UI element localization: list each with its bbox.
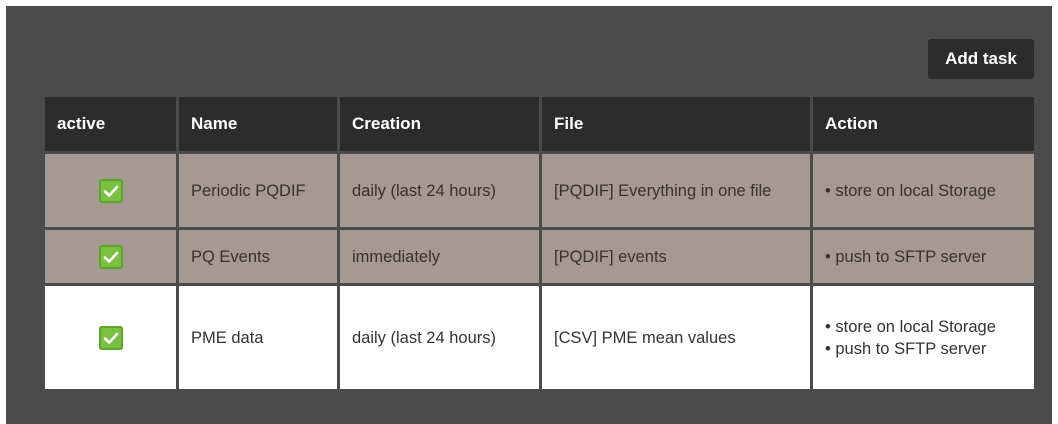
action-item: • push to SFTP server <box>825 247 987 266</box>
checkbox-checked-icon[interactable] <box>98 244 123 269</box>
active-cell <box>42 151 179 230</box>
name-cell: PME data <box>176 283 340 392</box>
name-cell: PQ Events <box>176 227 340 286</box>
tasks-panel: Add task active Name Creation File Actio… <box>6 6 1052 424</box>
file-cell: [CSV] PME mean values <box>539 283 813 392</box>
active-cell <box>42 227 179 286</box>
action-cell: • push to SFTP server <box>810 227 1037 286</box>
column-header-active[interactable]: active <box>42 94 179 154</box>
checkbox-checked-icon[interactable] <box>98 325 123 350</box>
table-row[interactable]: PQ Events immediately [PQDIF] events • p… <box>42 227 1037 286</box>
action-item: • store on local Storage <box>825 181 996 200</box>
creation-cell: daily (last 24 hours) <box>337 151 542 230</box>
file-cell: [PQDIF] Everything in one file <box>539 151 813 230</box>
action-item: • push to SFTP server <box>825 339 987 358</box>
file-cell: [PQDIF] events <box>539 227 813 286</box>
action-cell: • store on local Storage • push to SFTP … <box>810 283 1037 392</box>
table-row[interactable]: PME data daily (last 24 hours) [CSV] PME… <box>42 283 1037 392</box>
column-header-action[interactable]: Action <box>810 94 1037 154</box>
creation-cell: immediately <box>337 227 542 286</box>
add-task-button[interactable]: Add task <box>928 39 1034 79</box>
table-row[interactable]: Periodic PQDIF daily (last 24 hours) [PQ… <box>42 151 1037 230</box>
creation-cell: daily (last 24 hours) <box>337 283 542 392</box>
action-item: • store on local Storage <box>825 317 996 336</box>
name-cell: Periodic PQDIF <box>176 151 340 230</box>
tasks-table: active Name Creation File Action Periodi… <box>42 94 1037 392</box>
active-cell <box>42 283 179 392</box>
action-cell: • store on local Storage <box>810 151 1037 230</box>
column-header-creation[interactable]: Creation <box>337 94 542 154</box>
table-header-row: active Name Creation File Action <box>42 94 1037 154</box>
checkbox-checked-icon[interactable] <box>98 178 123 203</box>
column-header-name[interactable]: Name <box>176 94 340 154</box>
column-header-file[interactable]: File <box>539 94 813 154</box>
